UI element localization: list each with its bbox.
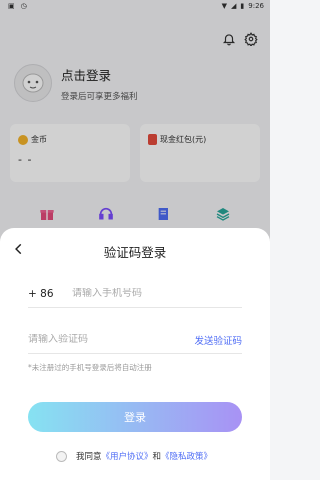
- agree-and: 和: [152, 452, 162, 462]
- agree-prefix: 我同意: [76, 452, 102, 462]
- login-button[interactable]: 登录: [28, 402, 242, 432]
- country-code[interactable]: + 86: [28, 288, 72, 300]
- privacy-policy-link[interactable]: 《隐私政策》: [161, 450, 212, 462]
- phone-input[interactable]: [72, 288, 232, 299]
- agree-radio[interactable]: [56, 450, 67, 462]
- phone-row: + 86: [28, 280, 242, 308]
- login-sheet: 验证码登录 + 86 发送验证码 *未注册过的手机号登录后将自动注册 登录 我同…: [0, 228, 270, 480]
- code-row: 发送验证码: [28, 326, 242, 354]
- agreement-row: 我同意 《用户协议》 和 《隐私政策》: [56, 450, 212, 462]
- user-agreement-link[interactable]: 《用户协议》: [102, 450, 153, 462]
- register-hint: *未注册过的手机号登录后将自动注册: [28, 363, 152, 372]
- sheet-title: 验证码登录: [103, 245, 167, 260]
- send-code-button[interactable]: 发送验证码: [194, 333, 242, 347]
- code-input[interactable]: [28, 334, 168, 345]
